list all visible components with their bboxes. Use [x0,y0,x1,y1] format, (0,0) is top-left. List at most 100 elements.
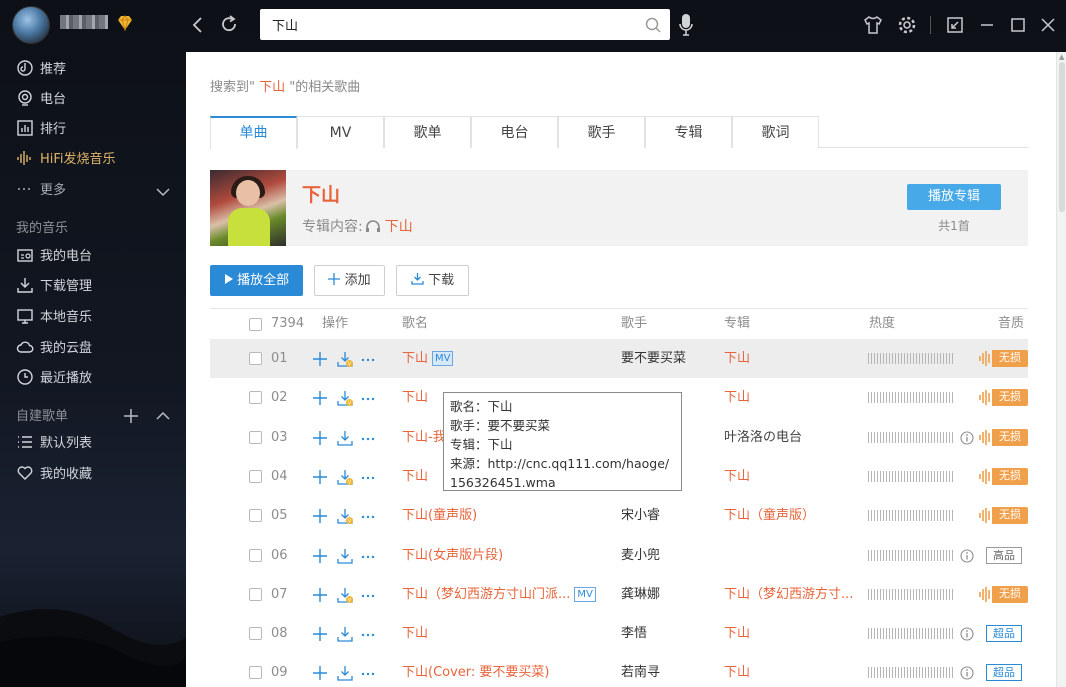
download-icon[interactable]: V [337,587,353,603]
sidebar-item-cloud[interactable]: 我的云盘 [16,338,92,360]
mini-mode-icon[interactable] [944,14,966,36]
download-icon[interactable] [337,665,353,682]
search-input[interactable] [272,14,632,35]
skin-shirt-icon[interactable] [862,14,884,36]
chevron-down-icon[interactable] [154,183,172,201]
sidebar-item-recommend[interactable]: 推荐 [16,59,66,81]
song-title-text[interactable]: 下山(Cover: 要不要买菜) [402,665,550,680]
album-name[interactable] [724,536,864,575]
row-checkbox[interactable] [249,666,262,680]
sidebar-item-download[interactable]: 下载管理 [16,276,92,298]
row-checkbox[interactable] [249,587,262,601]
album-title[interactable]: 下山 [302,180,340,207]
back-icon[interactable] [190,14,206,36]
download-icon[interactable]: V [337,469,353,485]
row-checkbox[interactable] [249,509,262,523]
row-checkbox[interactable] [249,391,262,405]
song-title[interactable]: 下山(女声版片段) [402,536,617,575]
gear-icon[interactable] [896,14,918,36]
tab-singers[interactable]: 歌手 [558,116,645,148]
album-name[interactable]: 下山（童声版） [724,496,864,535]
more-options-icon[interactable] [360,665,376,681]
add-to-list-icon[interactable] [312,430,328,446]
add-to-list-icon[interactable] [312,587,328,603]
add-to-list-icon[interactable] [312,548,328,564]
minimize-icon[interactable] [976,14,998,36]
chevron-up-icon[interactable] [154,407,172,425]
song-title-text[interactable]: 下山（梦幻西游方寸山门派... [402,587,570,602]
singer-name[interactable]: 麦小兜 [621,536,716,575]
sidebar-item-local[interactable]: 本地音乐 [16,307,92,329]
more-options-icon[interactable] [360,469,376,485]
info-icon[interactable] [960,666,974,680]
row-checkbox[interactable] [249,430,262,444]
quality-badge[interactable]: 超品 [986,625,1022,643]
song-title-text[interactable]: 下山 [402,390,428,405]
song-title[interactable]: 下山 [402,614,617,653]
row-checkbox[interactable] [249,352,262,365]
download-icon[interactable]: V [337,390,353,407]
vip-diamond-icon[interactable] [116,15,134,31]
sidebar-item-more[interactable]: 更多 [16,180,66,202]
album-content-link[interactable]: 下山 [385,219,413,235]
download-icon[interactable] [337,548,353,564]
header-quality[interactable]: 音质 [998,309,1024,339]
singer-name[interactable]: 李悟 [621,614,716,653]
song-title[interactable]: 下山(Cover: 要不要买菜) [402,653,617,687]
row-checkbox[interactable] [249,627,262,641]
more-options-icon[interactable] [360,587,376,603]
header-song[interactable]: 歌名 [402,309,428,339]
download-icon[interactable]: V [337,351,353,367]
mv-badge[interactable]: MV [432,351,454,366]
microphone-icon[interactable] [678,12,694,38]
add-to-list-icon[interactable] [312,469,328,485]
song-title[interactable]: 下山（梦幻西游方寸山门派... MV [402,575,617,614]
table-row[interactable]: 09 下山(Cover: 要不要买菜) 若南寻 下山 超品 [210,653,1028,687]
info-icon[interactable] [960,431,974,445]
sidebar-item-favorites[interactable]: 我的收藏 [16,464,92,486]
add-to-list-icon[interactable] [312,508,328,524]
table-row[interactable]: 07 V 下山（梦幻西游方寸山门派... MV 龚琳娜 下山（梦幻西游方寸... 无损 [210,575,1028,614]
quality-lossless-badge[interactable]: 无损 [978,389,1028,407]
scroll-up-icon[interactable]: ▲ [1059,54,1065,61]
quality-lossless-badge[interactable]: 无损 [978,428,1028,446]
info-icon[interactable] [960,548,974,563]
header-singer[interactable]: 歌手 [621,309,647,339]
tab-songs[interactable]: 单曲 [210,116,297,149]
header-heat[interactable]: 热度 [869,309,895,339]
song-title-text[interactable]: 下山 [402,351,428,366]
sidebar-item-chart[interactable]: 排行 [16,119,66,141]
header-album[interactable]: 专辑 [724,309,750,339]
table-row[interactable]: 05 V 下山(童声版) 宋小睿 下山（童声版） 无损 [210,496,1028,535]
table-row[interactable]: 01 V 下山 MV 要不要买菜 下山 无损 [210,339,1028,378]
download-button[interactable]: 下载 [396,265,469,296]
mv-badge[interactable]: MV [574,586,596,602]
song-title[interactable]: 下山 MV [402,339,617,378]
row-checkbox[interactable] [249,469,262,483]
quality-lossless-badge[interactable]: 无损 [978,467,1028,485]
singer-name[interactable]: 要不要买菜 [621,339,716,378]
avatar[interactable] [12,6,50,44]
username-blurred[interactable] [60,15,108,29]
album-name[interactable]: 下山 [724,457,864,496]
song-title-text[interactable]: 下山 [402,469,428,484]
info-icon[interactable] [960,627,974,641]
album-cover[interactable] [210,170,286,246]
download-icon[interactable] [337,430,353,446]
scroll-thumb[interactable] [1059,62,1065,212]
quality-lossless-badge[interactable]: 无损 [978,585,1028,603]
maximize-icon[interactable] [1007,14,1029,36]
add-to-list-icon[interactable] [312,665,328,681]
song-title-text[interactable]: 下山-我 [402,430,446,445]
play-all-button[interactable]: 播放全部 [210,265,303,296]
quality-badge[interactable]: 高品 [986,546,1022,564]
sidebar-item-radio[interactable]: 电台 [16,89,66,111]
table-row[interactable]: 06 下山(女声版片段) 麦小兜 高品 [210,536,1028,575]
more-options-icon[interactable] [360,430,376,446]
sidebar-item-hifi[interactable]: HiFi发烧音乐 [16,149,116,171]
singer-name[interactable]: 若南寻 [621,653,716,687]
song-title-text[interactable]: 下山 [402,626,428,641]
album-name[interactable]: 下山 [724,614,864,653]
quality-lossless-badge[interactable]: 无损 [978,350,1028,367]
quality-badge[interactable]: 超品 [986,664,1022,682]
